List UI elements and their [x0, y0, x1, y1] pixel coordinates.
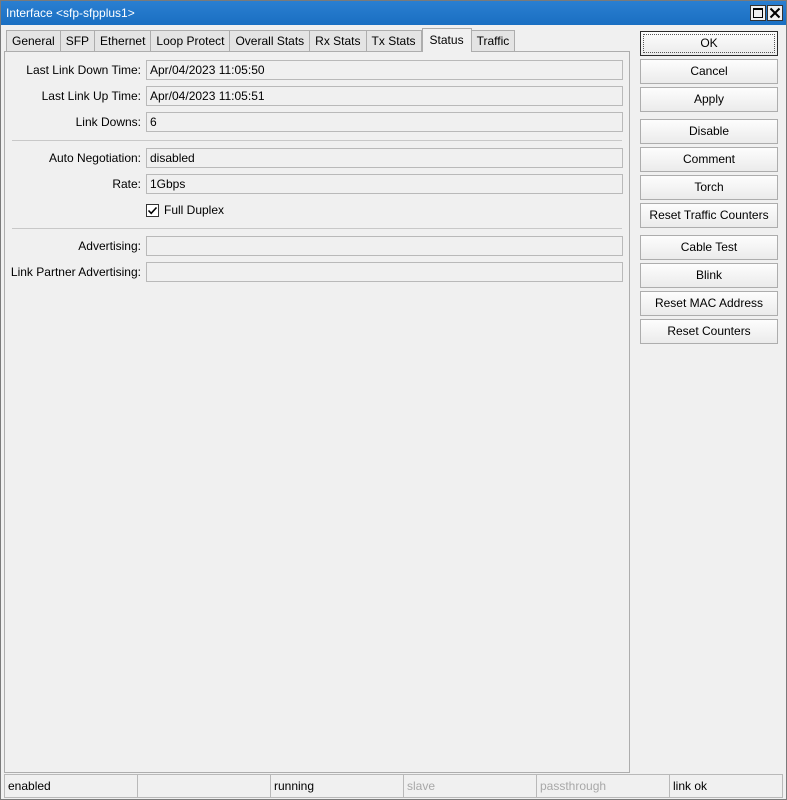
ok-button[interactable]: OK: [640, 31, 778, 56]
cable-test-button[interactable]: Cable Test: [640, 235, 778, 260]
auto-negotiation-field[interactable]: disabled: [146, 148, 623, 168]
last-link-up-time-row: Last Link Up Time: Apr/04/2023 11:05:51: [5, 86, 631, 106]
auto-negotiation-row: Auto Negotiation: disabled: [5, 148, 631, 168]
tab-strip: General SFP Ethernet Loop Protect Overal…: [6, 28, 516, 52]
status-passthrough: passthrough: [536, 774, 669, 798]
tab-traffic[interactable]: Traffic: [471, 30, 516, 52]
torch-button[interactable]: Torch: [640, 175, 778, 200]
last-link-down-time-field[interactable]: Apr/04/2023 11:05:50: [146, 60, 623, 80]
comment-button[interactable]: Comment: [640, 147, 778, 172]
last-link-up-time-field[interactable]: Apr/04/2023 11:05:51: [146, 86, 623, 106]
title-bar[interactable]: Interface <sfp-sfpplus1>: [1, 1, 786, 25]
tab-rx-stats[interactable]: Rx Stats: [310, 30, 367, 52]
link-partner-advertising-field[interactable]: [146, 262, 623, 282]
tab-status[interactable]: Status: [421, 28, 472, 52]
link-partner-advertising-row: Link Partner Advertising:: [5, 262, 631, 282]
tab-ethernet[interactable]: Ethernet: [95, 30, 152, 52]
link-downs-row: Link Downs: 6: [5, 112, 631, 132]
checkmark-icon: [147, 206, 158, 214]
maximize-button[interactable]: [750, 5, 766, 21]
reset-traffic-counters-button[interactable]: Reset Traffic Counters: [640, 203, 778, 228]
separator: [12, 140, 622, 141]
cancel-button[interactable]: Cancel: [640, 59, 778, 84]
separator: [12, 228, 622, 229]
tab-tx-stats[interactable]: Tx Stats: [366, 30, 422, 52]
reset-mac-address-button[interactable]: Reset MAC Address: [640, 291, 778, 316]
blink-button[interactable]: Blink: [640, 263, 778, 288]
last-link-down-time-label: Last Link Down Time:: [26, 63, 141, 77]
status-bar: enabled running slave passthrough link o…: [4, 774, 785, 798]
rate-label: Rate:: [112, 177, 141, 191]
maximize-icon: [753, 8, 763, 18]
auto-negotiation-label: Auto Negotiation:: [48, 151, 141, 165]
tab-loop-protect[interactable]: Loop Protect: [151, 30, 231, 52]
tab-general[interactable]: General: [6, 30, 61, 52]
full-duplex-checkbox-row[interactable]: Full Duplex: [146, 202, 224, 218]
reset-counters-button[interactable]: Reset Counters: [640, 319, 778, 344]
close-button[interactable]: [767, 5, 783, 21]
full-duplex-checkbox[interactable]: [146, 203, 159, 217]
rate-row: Rate: 1Gbps: [5, 174, 631, 194]
window-title: Interface <sfp-sfpplus1>: [6, 6, 135, 20]
tab-sfp[interactable]: SFP: [60, 30, 96, 52]
advertising-field[interactable]: [146, 236, 623, 256]
close-icon: [769, 7, 781, 19]
apply-button[interactable]: Apply: [640, 87, 778, 112]
last-link-up-time-label: Last Link Up Time:: [41, 89, 141, 103]
link-downs-label: Link Downs:: [75, 115, 141, 129]
tab-overall-stats[interactable]: Overall Stats: [230, 30, 311, 52]
last-link-down-time-row: Last Link Down Time: Apr/04/2023 11:05:5…: [5, 60, 631, 80]
status-running: running: [270, 774, 403, 798]
link-downs-field[interactable]: 6: [146, 112, 623, 132]
status-slave: slave: [403, 774, 536, 798]
status-panel: Last Link Down Time: Apr/04/2023 11:05:5…: [4, 51, 630, 773]
advertising-label: Advertising:: [78, 239, 141, 253]
advertising-row: Advertising:: [5, 236, 631, 256]
disable-button[interactable]: Disable: [640, 119, 778, 144]
status-enabled: enabled: [4, 774, 137, 798]
link-partner-advertising-label: Link Partner Advertising:: [10, 265, 141, 279]
interface-window: Interface <sfp-sfpplus1> General SFP Eth…: [0, 0, 787, 800]
status-link-ok: link ok: [669, 774, 783, 798]
status-empty: [137, 774, 270, 798]
rate-field[interactable]: 1Gbps: [146, 174, 623, 194]
full-duplex-label: Full Duplex: [164, 203, 225, 217]
